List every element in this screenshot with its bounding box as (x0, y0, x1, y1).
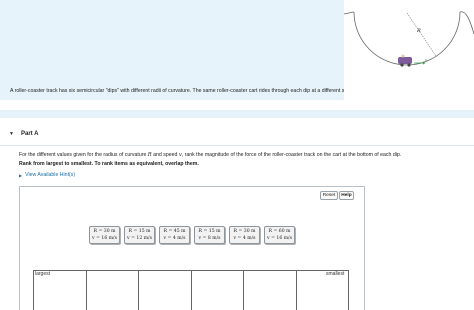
reset-button[interactable]: Reset (320, 191, 338, 200)
ranking-card[interactable]: R = 45 m v = 4 m/s (159, 226, 190, 244)
section-divider (0, 110, 474, 118)
rank-slot[interactable] (139, 271, 192, 310)
card-radius: R = 15 m (128, 229, 151, 234)
radius-line (406, 12, 437, 57)
card-radius: R = 30 m (233, 229, 256, 234)
hint-label: View Available Hint(s) (25, 172, 76, 178)
card-speed: v = 16 m/s (267, 235, 292, 241)
radius-label: R (416, 28, 421, 34)
card-speed: v = 16 m/s (92, 235, 117, 241)
card-speed: v = 4 m/s (163, 235, 186, 241)
card-speed: v = 12 m/s (127, 235, 152, 241)
intro-text: A roller-coaster track has six semicircu… (10, 88, 358, 94)
rank-slot[interactable] (87, 271, 139, 310)
part-a-header[interactable]: ▼ Part A (0, 126, 474, 146)
card-speed: v = 4 m/s (233, 235, 256, 241)
card-radius: R = 15 m (198, 229, 221, 234)
roller-coaster-figure: R v (344, 0, 474, 100)
question-text: For the different values given for the r… (19, 152, 402, 158)
ranking-instruction: Rank from largest to smallest. To rank i… (19, 161, 199, 167)
card-speed: v = 8 m/s (198, 235, 221, 241)
ranking-bins (33, 270, 349, 310)
ranking-card[interactable]: R = 60 m v = 16 m/s (264, 226, 295, 244)
ranking-card[interactable]: R = 30 m v = 4 m/s (229, 226, 260, 244)
track-left-curve (344, 11, 355, 15)
track-right-curve (459, 11, 474, 35)
collapse-caret-icon[interactable]: ▼ (9, 131, 14, 137)
smallest-label: smallest (326, 271, 345, 277)
card-radius: R = 30 m (93, 229, 116, 234)
ranking-card[interactable]: R = 15 m v = 8 m/s (194, 226, 225, 244)
ranking-card[interactable]: R = 30 m v = 16 m/s (89, 226, 120, 244)
help-button[interactable]: Help (339, 191, 354, 200)
view-hints-link[interactable]: ▶ View Available Hint(s) (19, 172, 75, 178)
intro-section: A roller-coaster track has six semicircu… (0, 0, 474, 100)
largest-label: largest (35, 271, 51, 277)
card-radius: R = 60 m (268, 229, 291, 234)
ranking-card-pool: R = 30 m v = 16 m/s R = 15 m v = 12 m/s … (89, 226, 295, 244)
rank-slot[interactable] (192, 271, 244, 310)
expand-caret-icon: ▶ (19, 172, 23, 178)
ranking-card[interactable]: R = 15 m v = 12 m/s (124, 226, 155, 244)
part-title: Part A (21, 131, 39, 137)
card-radius: R = 45 m (163, 229, 186, 234)
rank-slot[interactable] (244, 271, 297, 310)
